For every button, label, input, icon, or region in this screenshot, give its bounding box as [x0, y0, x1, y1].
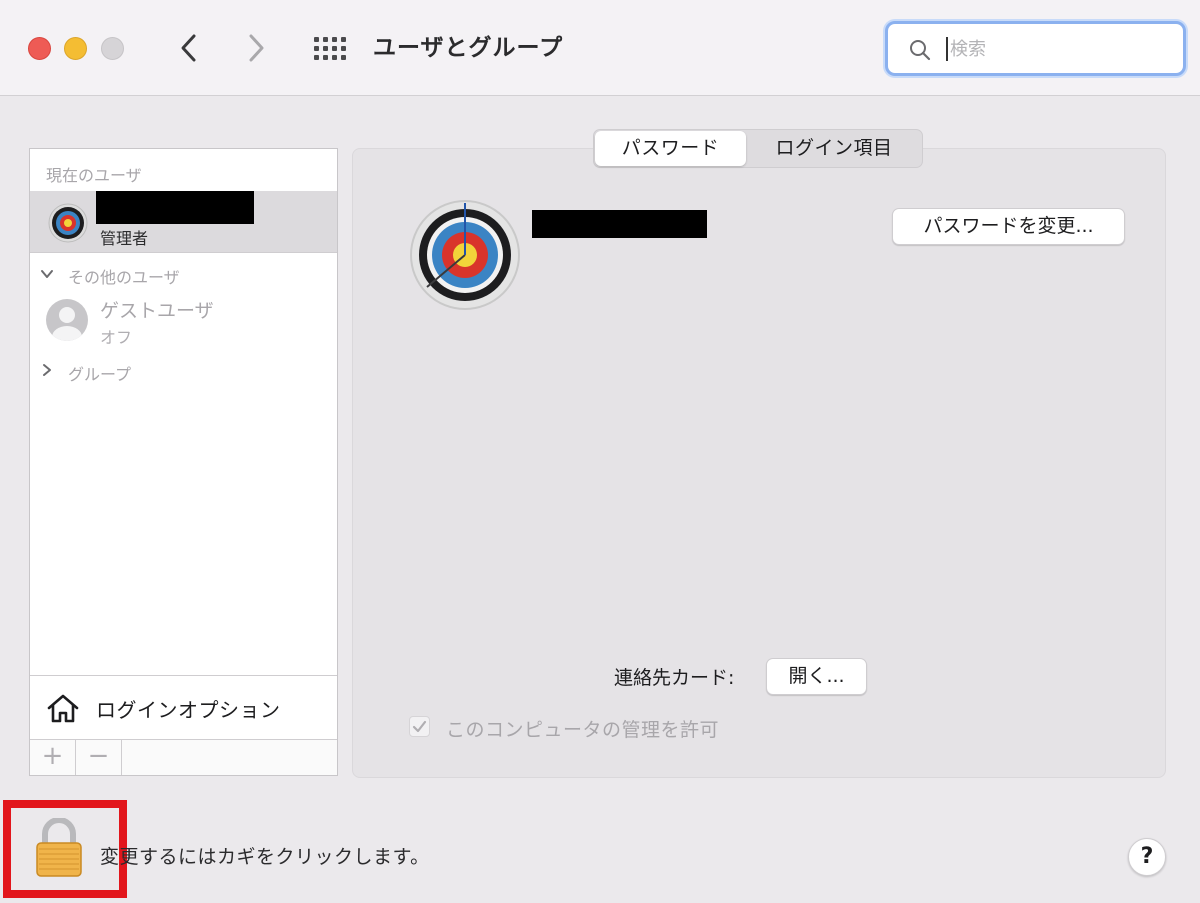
login-options-button[interactable]: ログインオプション — [30, 675, 337, 739]
current-users-header: 現在のユーザ — [46, 166, 142, 185]
chevron-right-icon — [249, 34, 264, 62]
users-sidebar: 現在のユーザ 管理者 その他のユーザ ゲストユーザ オフ グループ ログインオプ… — [29, 148, 338, 776]
forward-button[interactable] — [241, 30, 271, 66]
add-user-button[interactable]: + — [30, 740, 76, 775]
open-contact-button[interactable]: 開く... — [766, 658, 867, 695]
grid-icon — [314, 37, 346, 60]
redacted-user-name — [96, 191, 254, 224]
search-input[interactable] — [950, 32, 1170, 66]
user-avatar[interactable] — [409, 199, 521, 311]
minimize-window-button[interactable] — [64, 37, 87, 60]
search-field[interactable] — [885, 21, 1186, 76]
person-icon — [52, 307, 82, 341]
chevron-right-icon[interactable] — [40, 363, 54, 377]
help-button[interactable]: ? — [1128, 838, 1166, 876]
redacted-account-name — [532, 210, 707, 238]
tab-bar: パスワード ログイン項目 — [593, 129, 923, 168]
allow-admin-label: このコンピュータの管理を許可 — [446, 719, 720, 741]
contact-card-label: 連絡先カード: — [614, 667, 735, 689]
tab-password[interactable]: パスワード — [595, 131, 746, 166]
guest-user-status: オフ — [100, 328, 133, 347]
login-options-label: ログインオプション — [96, 698, 281, 722]
chevron-left-icon — [181, 34, 196, 62]
title-bar: ユーザとグループ — [0, 0, 1200, 96]
checkmark-icon — [412, 720, 427, 733]
lock-icon[interactable] — [33, 818, 85, 878]
current-user-role: 管理者 — [100, 229, 149, 248]
show-all-button[interactable] — [313, 36, 347, 62]
close-window-button[interactable] — [28, 37, 51, 60]
guest-user-name[interactable]: ゲストユーザ — [100, 296, 214, 323]
house-icon — [47, 694, 79, 723]
allow-admin-checkbox[interactable] — [409, 716, 430, 737]
remove-user-button[interactable]: − — [76, 740, 122, 775]
sidebar-toolbar: + − — [30, 739, 337, 775]
groups-header[interactable]: グループ — [68, 361, 131, 385]
chevron-down-icon[interactable] — [40, 267, 54, 281]
window-title: ユーザとグループ — [373, 35, 564, 61]
tab-login-items[interactable]: ログイン項目 — [746, 130, 922, 167]
zoom-window-button[interactable] — [101, 37, 124, 60]
guest-avatar — [46, 299, 88, 341]
lock-instruction-text: 変更するにはカギをクリックします。 — [100, 846, 430, 868]
back-button[interactable] — [174, 30, 204, 66]
text-caret — [946, 37, 948, 61]
change-password-button[interactable]: パスワードを変更... — [892, 208, 1125, 245]
search-icon — [910, 40, 931, 61]
other-users-header: その他のユーザ — [68, 268, 180, 287]
archery-target-icon — [48, 203, 88, 243]
